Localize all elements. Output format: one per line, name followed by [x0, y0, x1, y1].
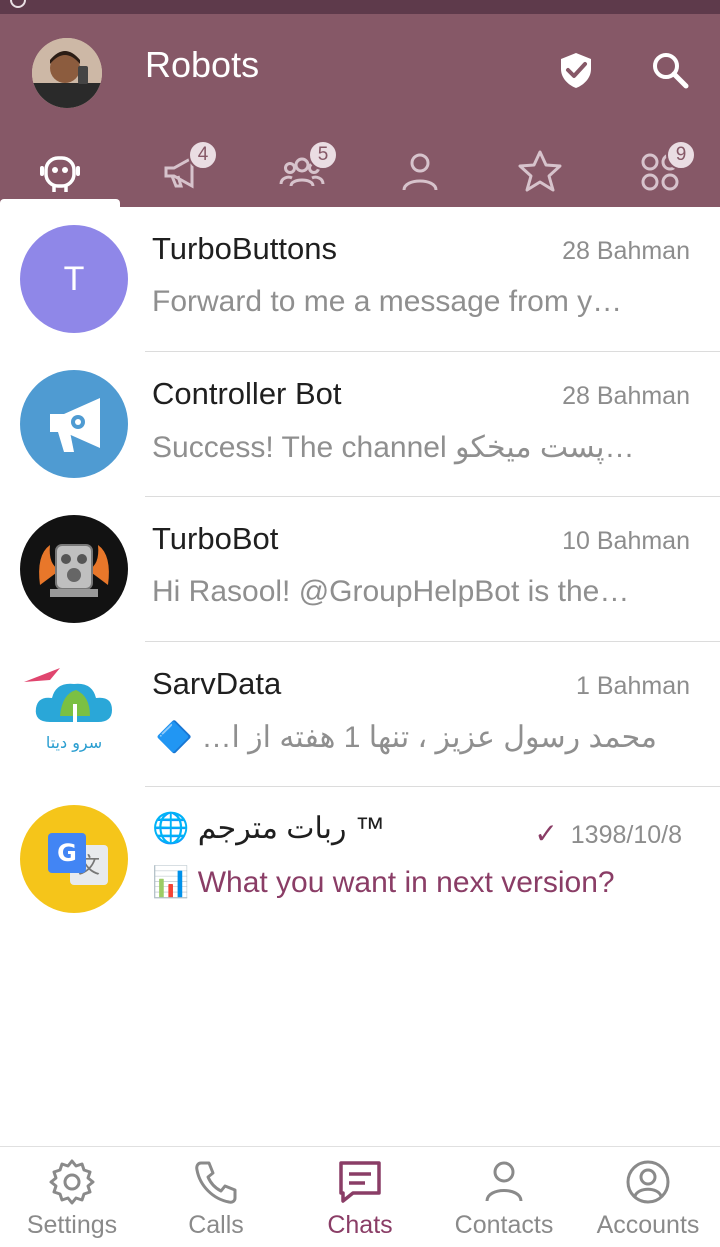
- unread-badge: 5: [308, 140, 338, 170]
- megaphone-logo-icon: [50, 398, 100, 452]
- chat-name: 🌐 ربات مترجم ™: [152, 811, 385, 846]
- tab-favorites[interactable]: [510, 142, 570, 202]
- chart-emoji: 📊: [152, 866, 190, 899]
- account-circle-icon: [626, 1160, 670, 1204]
- tab-all[interactable]: 9: [630, 140, 696, 202]
- chat-avatar: [20, 370, 128, 478]
- profile-avatar[interactable]: [32, 38, 102, 108]
- chat-name: TurboButtons: [152, 231, 337, 266]
- chat-date: 28 Bahman: [562, 382, 690, 410]
- chat-avatar: 文 G: [20, 805, 128, 913]
- unread-badge: 9: [666, 140, 696, 170]
- chat-item-turbobot[interactable]: TurboBot 10 Bahman Hi Rasool! @GroupHelp…: [0, 497, 720, 642]
- chat-date: ✓ 1398/10/8: [534, 817, 682, 850]
- chat-avatar: T: [20, 225, 128, 333]
- person-icon: [485, 1161, 523, 1202]
- chat-list: T TurboButtons 28 Bahman Forward to me a…: [0, 207, 720, 932]
- engine-logo-icon: [39, 544, 109, 597]
- chat-item-sarvdata[interactable]: سرو دیتا SarvData 1 Bahman محمد رسول عزی…: [0, 642, 720, 787]
- app-header: Robots 4 5 9: [0, 14, 720, 207]
- nav-contacts[interactable]: Contacts: [432, 1157, 576, 1247]
- page-title: Robots: [145, 44, 260, 85]
- chat-avatar: سرو دیتا: [20, 660, 128, 768]
- chat-item-controller-bot[interactable]: Controller Bot 28 Bahman Success! The ch…: [0, 352, 720, 497]
- robot-icon: [40, 156, 80, 192]
- unread-badge: 4: [188, 140, 218, 170]
- chat-preview-text: What you want in next version?: [197, 866, 615, 899]
- tab-groups[interactable]: 5: [272, 140, 338, 202]
- bottom-navigation: Settings Calls Chats Contacts Accounts: [0, 1146, 720, 1247]
- nav-accounts[interactable]: Accounts: [576, 1157, 720, 1247]
- folder-tabs: 4 5 9: [0, 132, 720, 207]
- globe-emoji: 🌐: [152, 812, 190, 845]
- chat-avatar: [20, 515, 128, 623]
- chat-preview: 📊 What you want in next version?: [152, 865, 662, 900]
- tree-logo-icon: سرو دیتا: [24, 668, 112, 753]
- read-check-icon: ✓: [534, 818, 558, 849]
- tab-private[interactable]: [390, 142, 450, 202]
- nav-label: Chats: [327, 1211, 393, 1239]
- chat-date-text: 1398/10/8: [570, 821, 682, 849]
- nav-settings[interactable]: Settings: [0, 1157, 144, 1247]
- chat-name: Controller Bot: [152, 376, 342, 411]
- nav-label: Calls: [188, 1211, 244, 1239]
- status-bar: [0, 0, 720, 14]
- translate-logo-icon: 文 G: [48, 833, 108, 885]
- chat-name: SarvData: [152, 666, 282, 701]
- svg-text:G: G: [57, 839, 77, 867]
- nav-label: Settings: [26, 1211, 118, 1239]
- chat-name-text: ربات مترجم ™: [197, 812, 385, 845]
- nav-label: Accounts: [596, 1211, 700, 1239]
- shield-check-icon[interactable]: [556, 50, 596, 90]
- star-icon: [518, 150, 562, 192]
- tab-channels[interactable]: 4: [152, 140, 218, 202]
- chat-item-translator-bot[interactable]: 文 G 🌐 ربات مترجم ™ ✓ 1398/10/8 📊 What yo…: [0, 787, 720, 932]
- nav-label: Contacts: [454, 1211, 554, 1239]
- avatar-letter: T: [63, 259, 85, 298]
- person-icon: [402, 153, 438, 191]
- phone-icon: [195, 1161, 237, 1204]
- nav-calls[interactable]: Calls: [144, 1157, 288, 1247]
- chat-preview: Success! The channel پست میخکو…: [152, 431, 635, 464]
- logo-text: سرو دیتا: [46, 733, 102, 753]
- chat-date: 1 Bahman: [576, 672, 690, 700]
- chat-preview: محمد رسول عزیز ، تنها 1 هفته از ا… 🔷: [155, 721, 657, 754]
- chat-preview: Hi Rasool! @GroupHelpBot is the…: [152, 575, 630, 608]
- chat-name: TurboBot: [152, 521, 279, 556]
- chat-preview: Forward to me a message from y…: [152, 285, 623, 318]
- tab-robots[interactable]: [30, 142, 90, 202]
- nav-chats[interactable]: Chats: [288, 1157, 432, 1247]
- search-icon[interactable]: [650, 50, 690, 90]
- chat-date: 10 Bahman: [562, 527, 690, 555]
- chat-item-turbobuttons[interactable]: T TurboButtons 28 Bahman Forward to me a…: [0, 207, 720, 352]
- gear-icon: [49, 1159, 95, 1205]
- chat-bubble-icon: [339, 1161, 381, 1203]
- status-indicator-icon: [10, 0, 26, 8]
- chat-date: 28 Bahman: [562, 237, 690, 265]
- active-tab-indicator: [0, 199, 120, 207]
